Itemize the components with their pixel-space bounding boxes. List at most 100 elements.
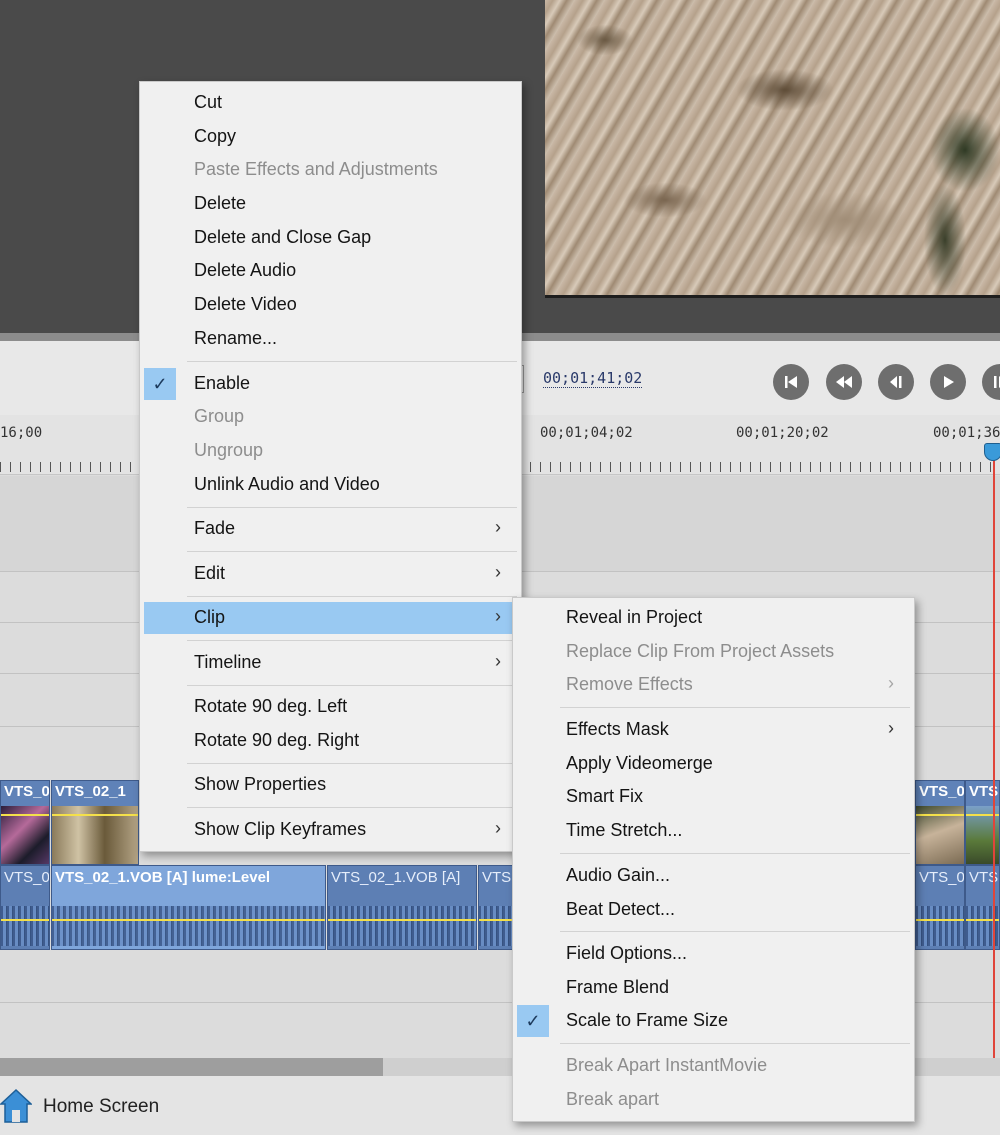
- clip-label: VTS_02_1.VOB [A]: [331, 869, 461, 886]
- menu-separator: [560, 1043, 910, 1044]
- menu-separator: [560, 707, 910, 708]
- rewind-button[interactable]: [826, 364, 862, 400]
- chevron-right-icon: ›: [888, 718, 894, 738]
- step-back-button[interactable]: [878, 364, 914, 400]
- play-button[interactable]: [930, 364, 966, 400]
- menu-item-beat-detect[interactable]: Beat Detect...: [517, 894, 910, 926]
- playhead-handle[interactable]: [984, 443, 1000, 461]
- checkmark-icon: ✓: [144, 368, 176, 400]
- menu-item-smart-fix[interactable]: Smart Fix: [517, 781, 910, 813]
- menu-item-delete-video[interactable]: Delete Video: [144, 289, 517, 321]
- menu-item-apply-videomerge[interactable]: Apply Videomerge: [517, 748, 910, 780]
- menu-item-effects-mask[interactable]: Effects Mask ›: [517, 714, 910, 746]
- menu-item-ungroup[interactable]: Ungroup: [144, 435, 517, 467]
- volume-line: [1, 919, 49, 921]
- clip-label: VTS_02_: [4, 869, 50, 886]
- menu-item-show-properties[interactable]: Show Properties: [144, 769, 517, 801]
- menu-item-field-options[interactable]: Field Options...: [517, 938, 910, 970]
- clip-context-menu: Cut Copy Paste Effects and Adjustments D…: [139, 81, 522, 852]
- menu-separator: [560, 853, 910, 854]
- menu-item-delete[interactable]: Delete: [144, 188, 517, 220]
- audio-waveform: [328, 906, 476, 946]
- house-icon[interactable]: [0, 1086, 33, 1124]
- audio-waveform: [1, 906, 49, 946]
- home-screen-button[interactable]: Home Screen: [43, 1096, 159, 1118]
- current-timecode[interactable]: 00;01;41;02: [543, 369, 643, 388]
- clip-label: VTS_0: [919, 869, 965, 886]
- volume-line: [916, 919, 964, 921]
- menu-item-frame-blend[interactable]: Frame Blend: [517, 972, 910, 1004]
- menu-separator: [187, 807, 517, 808]
- menu-item-group[interactable]: Group: [144, 401, 517, 433]
- checkmark-icon: ✓: [517, 1005, 549, 1037]
- opacity-line: [52, 814, 138, 816]
- menu-item-edit[interactable]: Edit ›: [144, 558, 517, 590]
- menu-item-scale-to-frame-size[interactable]: ✓ Scale to Frame Size: [517, 1005, 910, 1037]
- menu-item-copy[interactable]: Copy: [144, 121, 517, 153]
- menu-item-delete-audio[interactable]: Delete Audio: [144, 255, 517, 287]
- menu-item-remove-effects[interactable]: Remove Effects ›: [517, 669, 910, 701]
- playhead-line[interactable]: [993, 445, 995, 1060]
- clip-label: VTS_02_1.VOB [A] lume:Level: [55, 869, 271, 886]
- volume-line: [328, 919, 476, 921]
- opacity-line: [916, 814, 964, 816]
- chevron-right-icon: ›: [888, 673, 894, 693]
- step-back-icon: [890, 376, 902, 388]
- audio-clip[interactable]: VTS_0: [915, 865, 965, 950]
- menu-item-rotate-right[interactable]: Rotate 90 deg. Right: [144, 725, 517, 757]
- menu-item-unlink-audio-video[interactable]: Unlink Audio and Video: [144, 469, 517, 501]
- chevron-right-icon: ›: [495, 517, 501, 537]
- chevron-right-icon: ›: [495, 651, 501, 671]
- menu-separator: [187, 507, 517, 508]
- audio-clip-selected[interactable]: VTS_02_1.VOB [A] lume:Level: [51, 865, 326, 950]
- volume-line: [52, 919, 325, 921]
- menu-item-rename[interactable]: Rename...: [144, 323, 517, 355]
- menu-item-enable[interactable]: ✓ Enable: [144, 368, 517, 400]
- menu-item-break-apart-instantmovie[interactable]: Break Apart InstantMovie: [517, 1050, 910, 1082]
- video-clip[interactable]: VTS_0: [915, 780, 965, 865]
- go-to-start-button[interactable]: [773, 364, 809, 400]
- video-clip[interactable]: VTS_02_1: [51, 780, 139, 865]
- ruler-label: 00;01;04;02: [540, 425, 633, 441]
- menu-separator: [187, 596, 517, 597]
- menu-item-audio-gain[interactable]: Audio Gain...: [517, 860, 910, 892]
- ruler-label: 00;01;20;02: [736, 425, 829, 441]
- scrollbar-thumb[interactable]: [0, 1058, 383, 1076]
- rewind-icon: [836, 376, 852, 388]
- audio-waveform: [916, 906, 964, 946]
- chevron-right-icon: ›: [495, 606, 501, 626]
- clip-label: VTS_0: [919, 783, 965, 800]
- video-preview: [545, 0, 1000, 298]
- menu-item-fade[interactable]: Fade ›: [144, 513, 517, 545]
- menu-item-paste-effects[interactable]: Paste Effects and Adjustments: [144, 154, 517, 186]
- step-forward-icon: [994, 376, 1000, 388]
- menu-separator: [187, 551, 517, 552]
- menu-separator: [187, 361, 517, 362]
- video-clip[interactable]: VTS_02_: [0, 780, 50, 865]
- menu-separator: [560, 931, 910, 932]
- audio-clip[interactable]: VTS_02_1.VOB [A]: [327, 865, 477, 950]
- menu-item-cut[interactable]: Cut: [144, 87, 517, 119]
- audio-waveform: [52, 906, 325, 946]
- menu-item-clip[interactable]: Clip ›: [144, 602, 517, 634]
- menu-item-reveal-in-project[interactable]: Reveal in Project: [517, 602, 910, 634]
- clip-label: VTS_02_1: [55, 783, 126, 800]
- menu-item-time-stretch[interactable]: Time Stretch...: [517, 815, 910, 847]
- clip-submenu: Reveal in Project Replace Clip From Proj…: [512, 597, 915, 1122]
- clip-label: VTS: [482, 869, 512, 886]
- menu-separator: [187, 640, 517, 641]
- menu-separator: [187, 763, 517, 764]
- chevron-right-icon: ›: [495, 562, 501, 582]
- menu-item-delete-close-gap[interactable]: Delete and Close Gap: [144, 222, 517, 254]
- ruler-label: 16;00: [0, 425, 43, 441]
- audio-clip[interactable]: VTS_02_: [0, 865, 50, 950]
- menu-item-show-clip-keyframes[interactable]: Show Clip Keyframes ›: [144, 814, 517, 846]
- chevron-right-icon: ›: [495, 818, 501, 838]
- menu-item-timeline[interactable]: Timeline ›: [144, 647, 517, 679]
- go-to-start-icon: [785, 376, 797, 388]
- menu-item-break-apart[interactable]: Break apart: [517, 1084, 910, 1116]
- menu-item-rotate-left[interactable]: Rotate 90 deg. Left: [144, 691, 517, 723]
- play-icon: [944, 376, 954, 388]
- menu-item-replace-clip[interactable]: Replace Clip From Project Assets: [517, 636, 910, 668]
- opacity-line: [1, 814, 49, 816]
